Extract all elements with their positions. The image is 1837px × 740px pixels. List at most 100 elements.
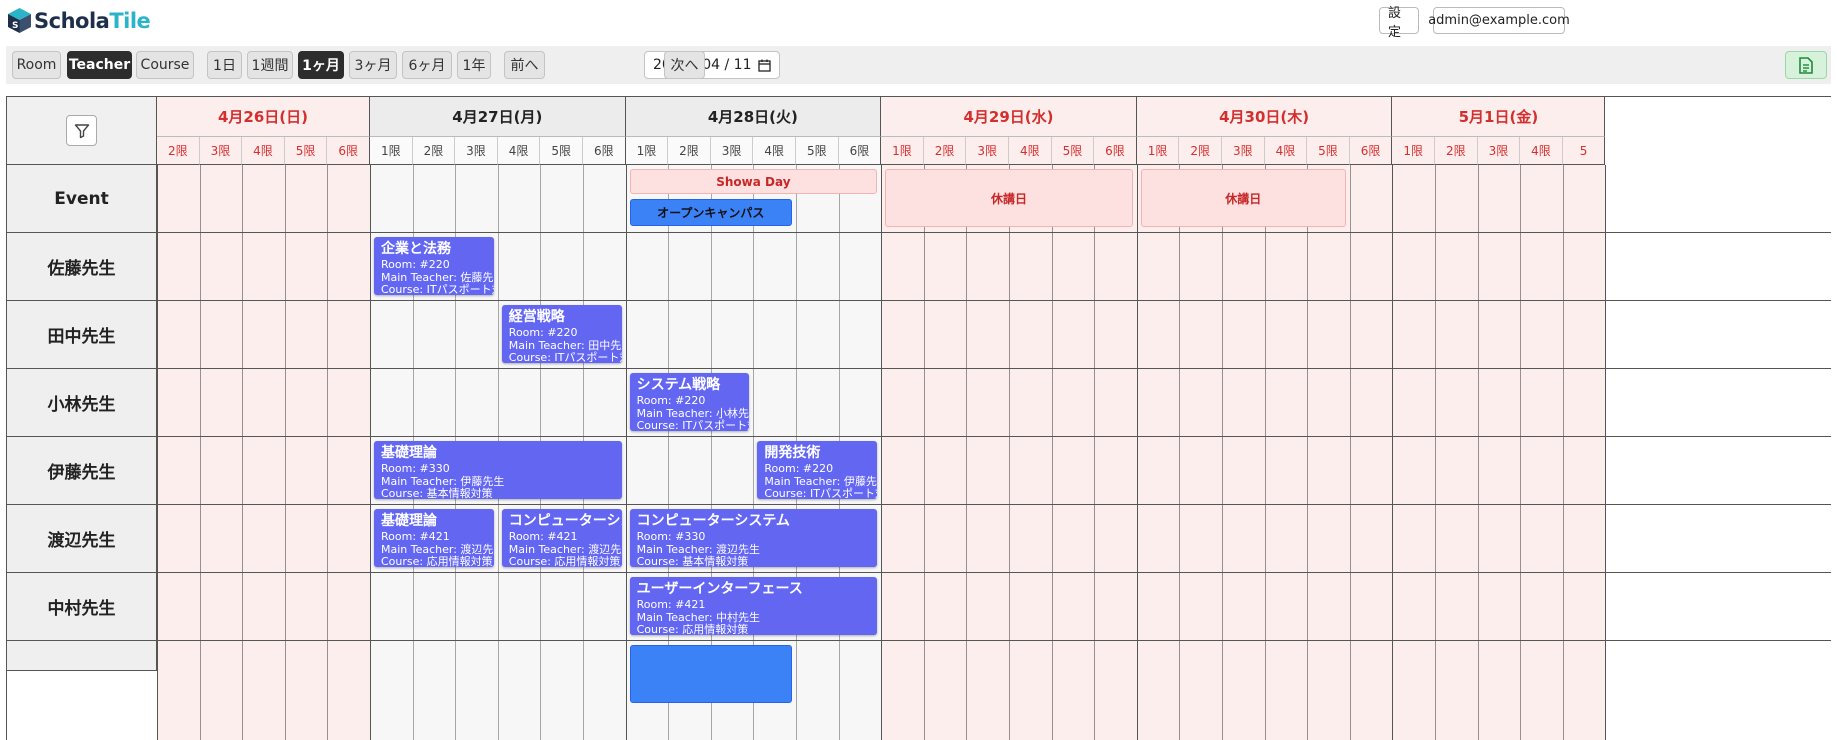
holiday-event[interactable]: 休講日 [1140, 169, 1346, 227]
row-line [157, 640, 1831, 641]
lesson-card[interactable]: コンピューターシステム Room: #330 Main Teacher: 渡辺先生 C… [629, 509, 878, 567]
lesson-card[interactable]: 基礎理論 Room: #421 Main Teacher: 渡辺先生 Course: … [374, 509, 494, 567]
holiday-event[interactable]: Showa Day [629, 169, 878, 194]
grid-line [1179, 165, 1181, 740]
export-pdf-button[interactable] [1785, 51, 1827, 79]
lesson-course: Course: 応用情報対策 [508, 555, 621, 567]
range-button-5[interactable]: 1年 [457, 51, 491, 79]
lesson-title: コンピューターシステム [508, 513, 622, 529]
column-bg [412, 97, 456, 740]
lesson-card[interactable]: 開発技術 Room: #220 Main Teacher: 伊藤先生 Course: … [757, 441, 878, 499]
column-bg [455, 97, 498, 740]
view-mode-teacher-button[interactable]: Teacher [67, 51, 132, 79]
lesson-room: Room: #220 [764, 462, 834, 475]
grid-line [284, 165, 286, 740]
lesson-room: Room: #330 [381, 462, 450, 475]
range-button-3[interactable]: 3ヶ月 [349, 51, 397, 79]
grid-line [1562, 165, 1564, 740]
period-header: 3限 [710, 137, 754, 165]
range-button-1[interactable]: 1週間 [247, 51, 293, 79]
lesson-title: 開発技術 [764, 445, 821, 461]
lesson-course: Course: 基本情報対策 [381, 487, 493, 499]
column-bg [1435, 97, 1478, 740]
grid-line [199, 165, 201, 740]
period-header: 3限 [1222, 137, 1265, 165]
lesson-title: 経営戦略 [508, 309, 565, 325]
lesson-card[interactable]: 経営戦略 Room: #220 Main Teacher: 田中先生 Course: … [501, 305, 622, 363]
grid-line [966, 165, 968, 740]
period-header: 6限 [1094, 137, 1137, 165]
prev-button[interactable]: 前へ [504, 51, 545, 79]
lesson-card[interactable]: システム戦略 Room: #220 Main Teacher: 小林先生 Course… [629, 373, 750, 431]
event-row-header: Event [7, 165, 157, 233]
lesson-card[interactable]: ユーザーインターフェース Room: #421 Main Teacher: 中村先生… [629, 577, 878, 635]
calendar-icon[interactable] [757, 59, 771, 72]
period-header: 1限 [881, 137, 924, 165]
app-logo[interactable]: S ScholaTile [7, 7, 151, 34]
grid-line [242, 165, 244, 740]
grid-line [370, 165, 371, 740]
period-header: 5限 [796, 137, 839, 165]
column-bg [497, 97, 541, 740]
grid-line [157, 165, 158, 740]
lesson-course: Course: ITパスポート対策 [636, 419, 750, 431]
view-mode-room-button[interactable]: Room [12, 51, 61, 79]
teacher-row-header: 渡辺先生 [7, 505, 157, 573]
grid-line [1051, 165, 1053, 740]
range-button-2[interactable]: 1ヶ月 [298, 51, 344, 79]
period-header: 6限 [583, 137, 626, 165]
next-button[interactable]: 次へ [664, 51, 705, 79]
grid-line [1094, 165, 1096, 740]
column-bg [583, 97, 626, 740]
user-menu-button[interactable]: admin@example.com [1428, 7, 1570, 34]
open-campus-event[interactable]: オープンキャンパス [629, 199, 792, 226]
grid-line [881, 165, 883, 740]
grid-line [1349, 165, 1351, 740]
range-button-4[interactable]: 6ヶ月 [402, 51, 452, 79]
day-header: 4月29日(水) [881, 97, 1137, 137]
column-bg [327, 97, 370, 740]
day-header: 4月28日(火) [625, 97, 882, 137]
row-line [157, 232, 1831, 233]
open-campus-event[interactable] [629, 645, 792, 703]
column-bg [370, 97, 413, 740]
period-header: 1限 [370, 137, 413, 165]
grid-line [1435, 165, 1436, 740]
period-header: 3限 [966, 137, 1009, 165]
grid-line [1009, 165, 1010, 740]
grid-line [1392, 165, 1394, 740]
lesson-course: Course: 応用情報対策 [381, 555, 493, 567]
grid-line [1136, 165, 1138, 740]
period-header: 6限 [327, 137, 370, 165]
period-header: 5限 [1051, 137, 1095, 165]
app-root: S ScholaTile 設定 admin@example.com Room Te… [0, 0, 1837, 740]
view-mode-course-button[interactable]: Course [136, 51, 194, 79]
period-header: 1限 [1136, 137, 1180, 165]
grid-line [1222, 165, 1223, 740]
period-header: 2限 [157, 137, 200, 165]
column-bg [1562, 97, 1606, 740]
filter-button[interactable] [66, 115, 97, 146]
lesson-course: Course: ITパスポート対策 [508, 351, 622, 363]
period-header: 4限 [1264, 137, 1308, 165]
lesson-card[interactable]: 基礎理論 Room: #330 Main Teacher: 伊藤先生 Course: … [374, 441, 622, 499]
settings-button[interactable]: 設定 [1379, 6, 1419, 40]
period-header: 3限 [1477, 137, 1521, 165]
app-header: S ScholaTile 設定 admin@example.com [0, 0, 1837, 44]
column-bg [1392, 97, 1435, 740]
lesson-card[interactable]: コンピューターシステムRoom: #421Main Teacher: 渡辺先生C… [501, 509, 622, 567]
logo-icon: S [8, 8, 31, 33]
period-header: 3限 [455, 137, 498, 165]
holiday-event[interactable]: 休講日 [885, 169, 1133, 227]
column-bg [242, 97, 285, 740]
column-bg [1477, 97, 1521, 740]
grid-corner [7, 97, 157, 165]
lesson-room: Room: #220 [381, 258, 450, 271]
document-icon [1799, 56, 1813, 74]
day-header: 5月1日(金) [1392, 97, 1606, 137]
period-header: 4限 [497, 137, 541, 165]
day-header: 4月30日(木) [1136, 97, 1393, 137]
lesson-card[interactable]: 企業と法務 Room: #220 Main Teacher: 佐藤先生 Course:… [374, 237, 494, 295]
range-button-0[interactable]: 1日 [207, 51, 242, 79]
period-header: 5 [1562, 137, 1606, 165]
